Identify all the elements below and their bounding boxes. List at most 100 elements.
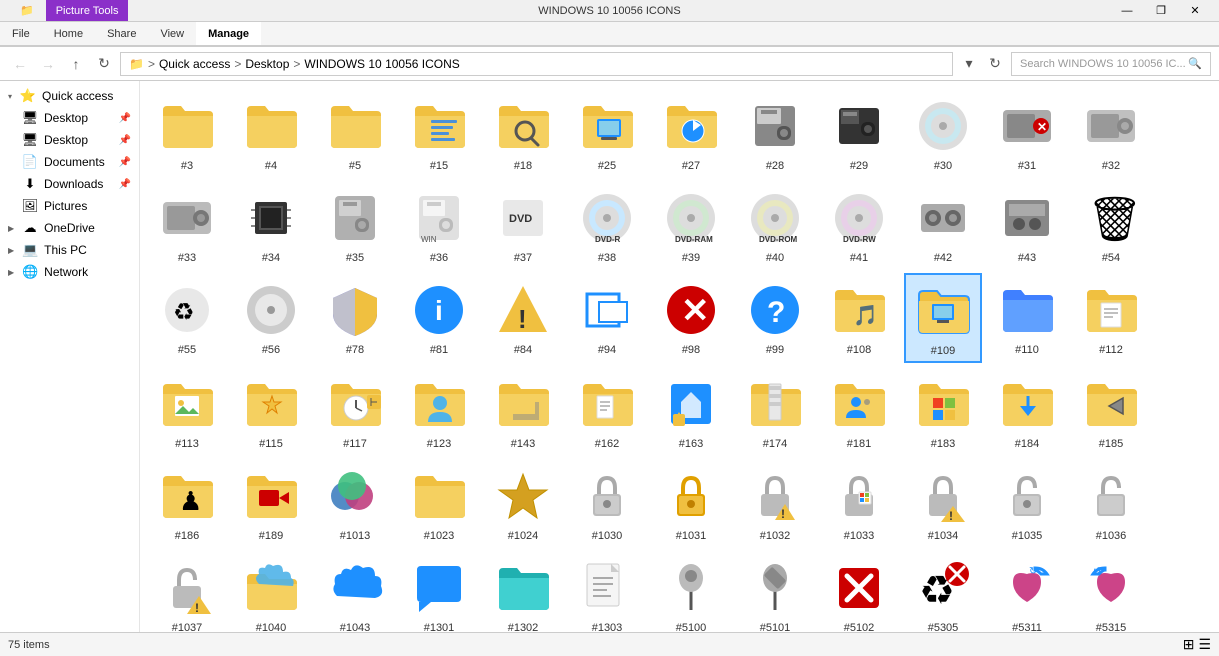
- icon-item[interactable]: #110: [988, 273, 1066, 363]
- icon-item[interactable]: #1023: [400, 459, 478, 547]
- icon-item[interactable]: DVD#37: [484, 181, 562, 269]
- icon-item[interactable]: #162: [568, 367, 646, 455]
- icon-item[interactable]: ↻#5311: [988, 551, 1066, 632]
- icon-item[interactable]: #1013: [316, 459, 394, 547]
- refresh-button[interactable]: ↻: [92, 52, 116, 76]
- icon-item[interactable]: ?#99: [736, 273, 814, 363]
- icon-item[interactable]: #27: [652, 89, 730, 177]
- icon-item[interactable]: #56: [232, 273, 310, 363]
- icon-item[interactable]: DVD-ROM#40: [736, 181, 814, 269]
- address-refresh-button[interactable]: ↻: [983, 52, 1007, 76]
- icon-item[interactable]: ✕#98: [652, 273, 730, 363]
- icon-item[interactable]: ↺#5315: [1072, 551, 1150, 632]
- title-tab-picturetools[interactable]: Picture Tools: [46, 0, 129, 21]
- icon-item[interactable]: #5101: [736, 551, 814, 632]
- sidebar-documents[interactable]: 📄 Documents 📌: [0, 151, 139, 173]
- icon-item[interactable]: !#1032: [736, 459, 814, 547]
- icon-item[interactable]: #18: [484, 89, 562, 177]
- icon-item[interactable]: #29: [820, 89, 898, 177]
- icon-item[interactable]: #1030: [568, 459, 646, 547]
- icon-item[interactable]: #30: [904, 89, 982, 177]
- sidebar-network[interactable]: ▶ 🌐 Network: [0, 261, 139, 283]
- icon-item[interactable]: #3: [148, 89, 226, 177]
- icon-item[interactable]: #117: [316, 367, 394, 455]
- icon-item[interactable]: #109: [904, 273, 982, 363]
- icon-item[interactable]: #78: [316, 273, 394, 363]
- icon-item[interactable]: !#84: [484, 273, 562, 363]
- forward-button[interactable]: →: [36, 52, 60, 76]
- ribbon-tab-home[interactable]: Home: [42, 22, 95, 45]
- path-quickaccess[interactable]: Quick access: [159, 57, 230, 71]
- icon-item[interactable]: #1036: [1072, 459, 1150, 547]
- sidebar-thispc[interactable]: ▶ 💻 This PC: [0, 239, 139, 261]
- icon-item[interactable]: #113: [148, 367, 226, 455]
- icon-item[interactable]: ♟#186: [148, 459, 226, 547]
- icon-item[interactable]: #163: [652, 367, 730, 455]
- close-button[interactable]: ✕: [1179, 1, 1211, 21]
- icon-item[interactable]: #33: [148, 181, 226, 269]
- icon-item[interactable]: #32: [1072, 89, 1150, 177]
- icon-item[interactable]: DVD-RAM#39: [652, 181, 730, 269]
- icon-item[interactable]: #34: [232, 181, 310, 269]
- icon-item[interactable]: #94: [568, 273, 646, 363]
- minimize-button[interactable]: —: [1111, 1, 1143, 21]
- icon-item[interactable]: DVD-RW#41: [820, 181, 898, 269]
- ribbon-tab-share[interactable]: Share: [95, 22, 148, 45]
- icon-item[interactable]: #5100: [652, 551, 730, 632]
- icon-item[interactable]: #25: [568, 89, 646, 177]
- sidebar-quickaccess[interactable]: ▾ ⭐ Quick access: [0, 85, 139, 107]
- sidebar-downloads[interactable]: ⬇ Downloads 📌: [0, 173, 139, 195]
- icon-item[interactable]: #181: [820, 367, 898, 455]
- icon-item[interactable]: #1033: [820, 459, 898, 547]
- icon-item[interactable]: ♻#55: [148, 273, 226, 363]
- icon-item[interactable]: #28: [736, 89, 814, 177]
- icon-item[interactable]: WIN#36: [400, 181, 478, 269]
- icon-item[interactable]: 🎵#108: [820, 273, 898, 363]
- up-button[interactable]: ↑: [64, 52, 88, 76]
- icon-item[interactable]: #112: [1072, 273, 1150, 363]
- icon-item[interactable]: !#1037: [148, 551, 226, 632]
- icon-item[interactable]: 🗑#54: [1072, 181, 1150, 269]
- sidebar-onedrive[interactable]: ▶ ☁ OneDrive: [0, 217, 139, 239]
- icon-item[interactable]: #143: [484, 367, 562, 455]
- icon-item[interactable]: #1043: [316, 551, 394, 632]
- icon-item[interactable]: ✕#31: [988, 89, 1066, 177]
- icon-item[interactable]: #1024: [484, 459, 562, 547]
- icon-item[interactable]: #183: [904, 367, 982, 455]
- icon-item[interactable]: !#1034: [904, 459, 982, 547]
- ribbon-tab-manage[interactable]: Manage: [196, 22, 261, 45]
- icon-item[interactable]: #185: [1072, 367, 1150, 455]
- title-tab-quickaccess[interactable]: 📁: [8, 0, 46, 21]
- icon-item[interactable]: #4: [232, 89, 310, 177]
- icon-item[interactable]: #5: [316, 89, 394, 177]
- ribbon-tab-view[interactable]: View: [148, 22, 196, 45]
- search-box[interactable]: Search WINDOWS 10 10056 IC... 🔍: [1011, 52, 1211, 76]
- icon-item[interactable]: #174: [736, 367, 814, 455]
- icon-item[interactable]: #1031: [652, 459, 730, 547]
- icon-item[interactable]: #189: [232, 459, 310, 547]
- icon-item[interactable]: #1302: [484, 551, 562, 632]
- path-folder[interactable]: WINDOWS 10 10056 ICONS: [304, 57, 459, 71]
- ribbon-tab-file[interactable]: File: [0, 22, 42, 45]
- icon-item[interactable]: #15: [400, 89, 478, 177]
- address-path[interactable]: 📁 > Quick access > Desktop > WINDOWS 10 …: [120, 52, 953, 76]
- icon-item[interactable]: #42: [904, 181, 982, 269]
- icon-item[interactable]: #1303: [568, 551, 646, 632]
- icon-item[interactable]: #1040: [232, 551, 310, 632]
- icon-item[interactable]: #1301: [400, 551, 478, 632]
- sidebar-desktop1[interactable]: 🖥 Desktop 📌: [0, 107, 139, 129]
- icon-item[interactable]: #1035: [988, 459, 1066, 547]
- back-button[interactable]: ←: [8, 52, 32, 76]
- address-dropdown-button[interactable]: ▾: [957, 52, 981, 76]
- icon-item[interactable]: #35: [316, 181, 394, 269]
- sidebar-pictures[interactable]: 🖼 Pictures: [0, 195, 139, 217]
- icon-item[interactable]: #123: [400, 367, 478, 455]
- search-icon[interactable]: 🔍: [1188, 57, 1202, 70]
- icon-item[interactable]: #184: [988, 367, 1066, 455]
- view-list-button[interactable]: ☰: [1198, 636, 1211, 653]
- icon-item[interactable]: #5102: [820, 551, 898, 632]
- maximize-button[interactable]: ❐: [1145, 1, 1177, 21]
- sidebar-desktop2[interactable]: 🖥 Desktop 📌: [0, 129, 139, 151]
- icon-item[interactable]: DVD-R#38: [568, 181, 646, 269]
- icon-item[interactable]: ♻#5305: [904, 551, 982, 632]
